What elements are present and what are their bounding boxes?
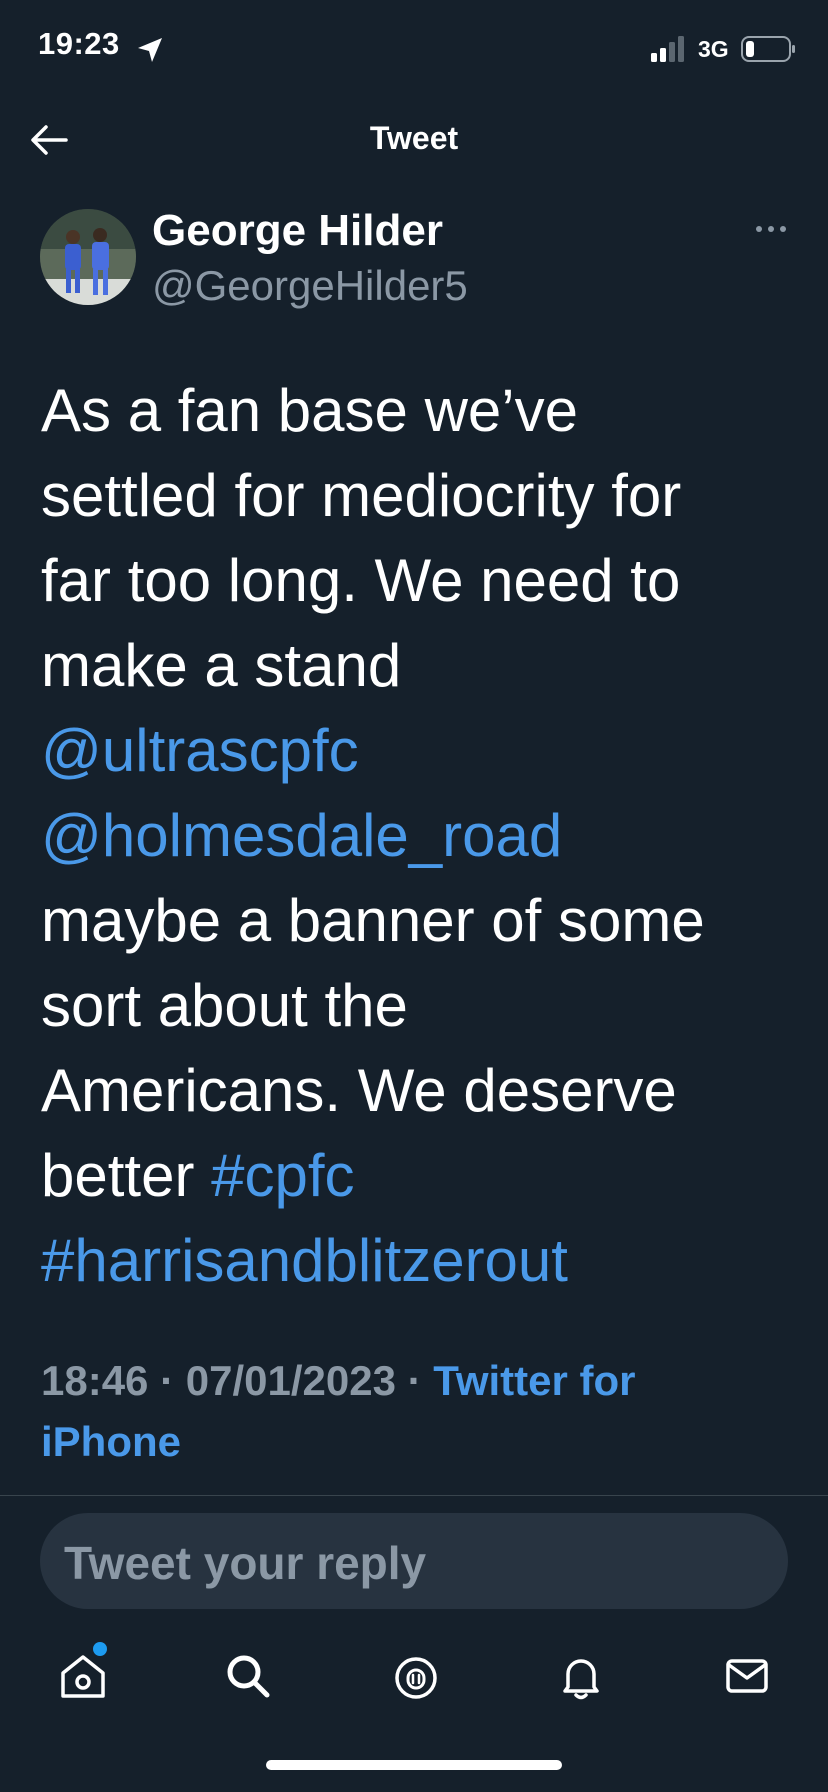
status-time: 19:23 [38, 26, 120, 61]
author-name[interactable]: George Hilder [152, 206, 443, 256]
mention-link[interactable]: @holmesdale_road [41, 793, 801, 878]
tweet-source-link[interactable]: Twitter for [433, 1357, 635, 1404]
page-title: Tweet [369, 120, 459, 156]
tweet-time: 18:46 [41, 1357, 149, 1404]
home-icon[interactable] [53, 1646, 113, 1706]
signal-bars-icon [651, 36, 691, 62]
notifications-icon[interactable] [551, 1646, 611, 1706]
notification-dot [93, 1642, 107, 1656]
reply-placeholder[interactable]: Tweet your reply [64, 1536, 426, 1590]
tweet-line: Americans. We deserve [41, 1057, 677, 1124]
avatar[interactable] [40, 209, 136, 305]
tweet-text: As a fan base we’ve settled for mediocri… [41, 368, 801, 1303]
spaces-icon[interactable] [386, 1646, 446, 1706]
meta-separator: · [395, 1357, 434, 1404]
network-type-label: 3G [698, 36, 729, 62]
mention-link[interactable]: @ultrascpfc [41, 708, 801, 793]
hashtag-link[interactable]: #cpfc [211, 1142, 354, 1209]
tweet-line: make a stand [41, 632, 402, 699]
tweet-date: 07/01/2023 [185, 1357, 396, 1404]
search-icon[interactable] [218, 1646, 278, 1706]
author-handle[interactable]: @GeorgeHilder5 [152, 262, 468, 310]
battery-icon [741, 36, 797, 62]
tweet-line: better [41, 1142, 212, 1209]
tweet-line: sort about the [41, 972, 408, 1039]
messages-icon[interactable] [717, 1646, 777, 1706]
location-arrow-icon [134, 34, 166, 66]
tweet-line: maybe a banner of some [41, 887, 705, 954]
meta-separator: · [148, 1357, 186, 1404]
divider [0, 1495, 828, 1496]
hashtag-link[interactable]: #harrisandblitzerout [41, 1218, 801, 1303]
tweet-line: As a fan base we’ve [41, 377, 578, 444]
ellipsis-icon[interactable] [755, 222, 787, 236]
home-indicator[interactable] [266, 1760, 562, 1770]
tweet-line: settled for mediocrity for [41, 462, 682, 529]
tweet-meta: 18:46 · 07/01/2023 · Twitter for iPhone [41, 1350, 801, 1472]
tweet-source-link[interactable]: iPhone [41, 1418, 181, 1465]
tweet-line-with-hashtag: better #cpfc [41, 1133, 801, 1218]
tweet-line: far too long. We need to [41, 547, 681, 614]
